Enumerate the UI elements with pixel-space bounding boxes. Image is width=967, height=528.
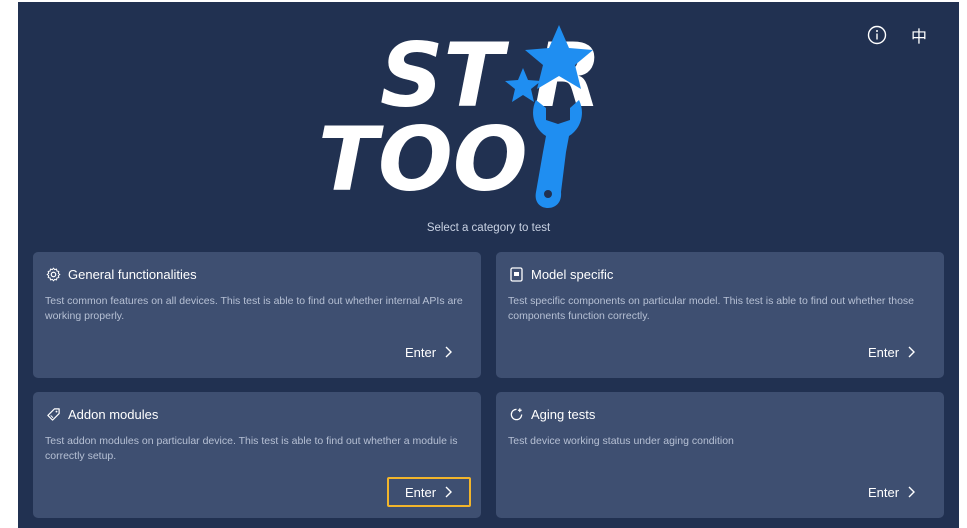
enter-button[interactable]: Enter xyxy=(850,337,934,367)
enter-label: Enter xyxy=(867,344,900,360)
chevron-right-icon xyxy=(908,486,916,498)
addon-tag-icon xyxy=(45,406,61,422)
card-title: General functionalities xyxy=(68,266,197,282)
enter-button[interactable]: Enter xyxy=(850,477,934,507)
enter-label: Enter xyxy=(404,344,437,360)
enter-label: Enter xyxy=(867,484,900,500)
card-description: Test specific components on particular m… xyxy=(508,295,915,322)
device-icon xyxy=(508,266,524,282)
card-title: Aging tests xyxy=(531,406,596,422)
app-screen: 中 ST R TOO Select a category to test Gen… xyxy=(18,2,959,528)
card-header: Model specific xyxy=(508,266,613,282)
aging-clock-icon xyxy=(508,406,524,422)
enter-label: Enter xyxy=(404,484,437,500)
card-title: Model specific xyxy=(531,266,614,282)
card-aging-tests[interactable]: Aging tests Test device working status u… xyxy=(496,392,944,518)
card-description: Test addon modules on particular device.… xyxy=(45,435,458,462)
page-subtitle: Select a category to test xyxy=(426,222,551,234)
card-header: Aging tests xyxy=(508,406,595,422)
chevron-right-icon xyxy=(445,486,453,498)
card-description: Test device working status under aging c… xyxy=(508,435,734,447)
card-title: Addon modules xyxy=(68,406,159,422)
star-tool-logo: ST R TOO xyxy=(318,24,602,211)
logo-text-line2: TOO xyxy=(318,108,528,211)
chevron-right-icon xyxy=(908,346,916,358)
card-general-functionalities[interactable]: General functionalities Test common feat… xyxy=(33,252,481,378)
enter-button[interactable]: Enter xyxy=(387,337,471,367)
card-model-specific[interactable]: Model specific Test specific components … xyxy=(496,252,944,378)
card-header: General functionalities xyxy=(45,266,197,282)
enter-button[interactable]: Enter xyxy=(387,477,471,507)
card-addon-modules[interactable]: Addon modules Test addon modules on part… xyxy=(33,392,481,518)
gear-icon xyxy=(45,266,61,282)
chevron-right-icon xyxy=(445,346,453,358)
card-header: Addon modules xyxy=(45,406,158,422)
card-description: Test common features on all devices. Thi… xyxy=(45,295,463,322)
